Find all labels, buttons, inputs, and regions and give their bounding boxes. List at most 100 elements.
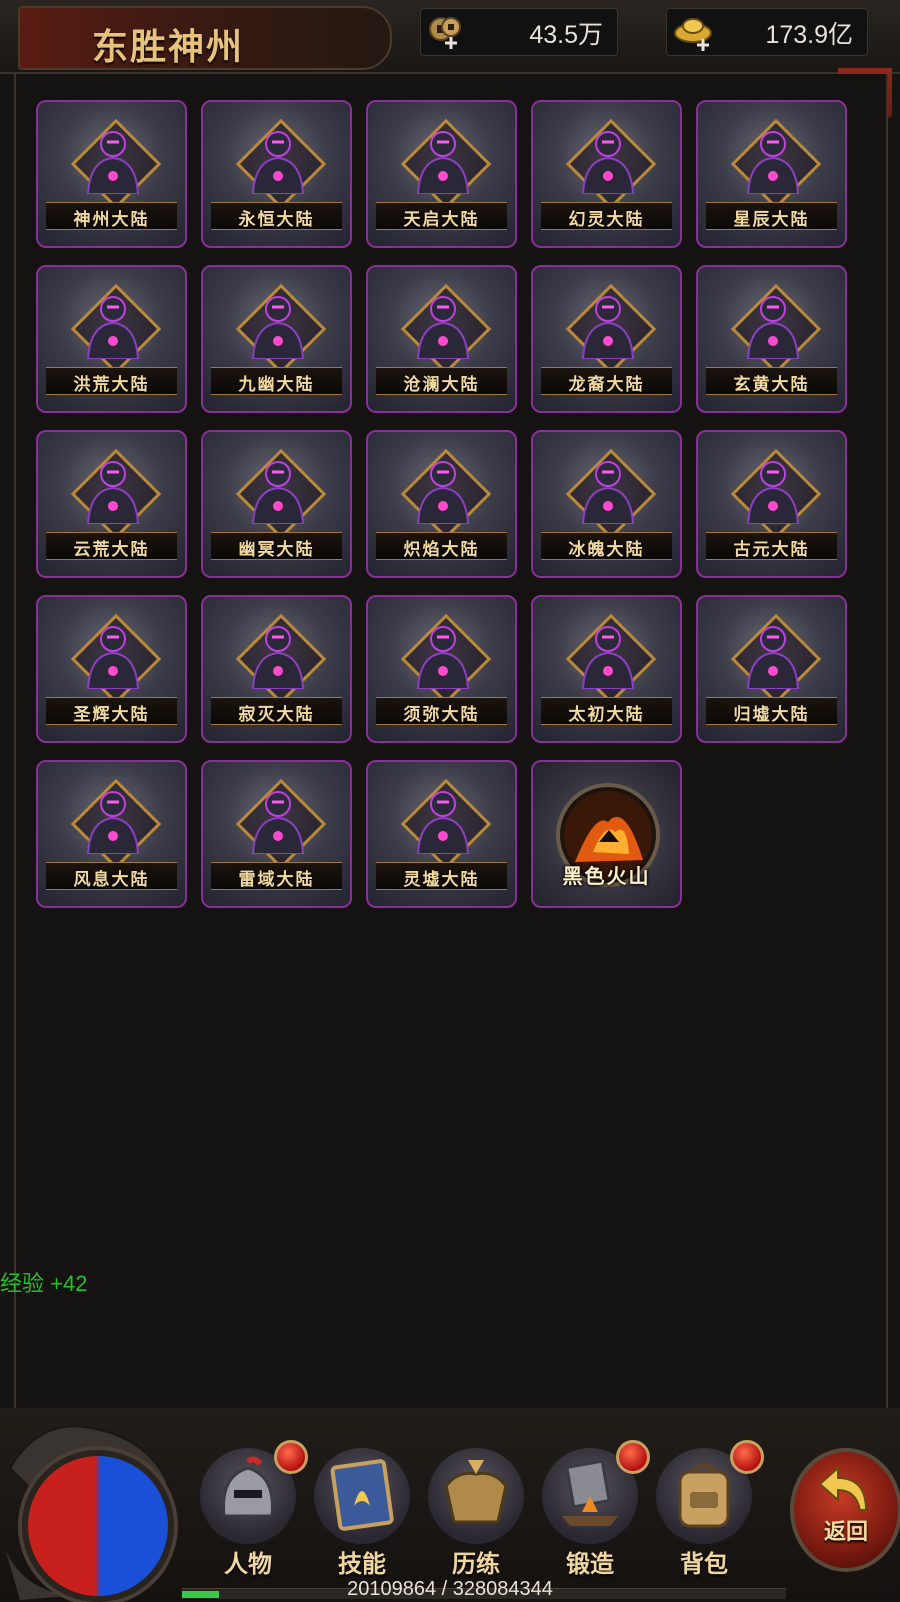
tile-label-bar: 沧澜大陆	[376, 367, 507, 395]
map-tile[interactable]: 冰魄大陆	[531, 430, 682, 578]
map-tile-label: 寂灭大陆	[238, 705, 315, 725]
map-tile[interactable]: 洪荒大陆	[36, 265, 187, 413]
hero-portrait-icon	[746, 131, 800, 194]
return-arrow-icon	[818, 1465, 868, 1511]
hero-portrait-icon	[581, 296, 635, 359]
hero-portrait-icon	[746, 296, 800, 359]
hero-portrait-icon	[416, 626, 470, 689]
notification-badge	[274, 1440, 308, 1474]
tile-label-bar: 龙裔大陆	[541, 367, 672, 395]
map-tile-label: 龙裔大陆	[568, 375, 645, 395]
tile-label-bar: 幻灵大陆	[541, 202, 672, 230]
map-tile[interactable]: 圣辉大陆	[36, 595, 187, 743]
map-tile-label: 永恒大陆	[238, 210, 315, 230]
exp-progress-text: 20109864 / 328084344	[347, 1578, 553, 1600]
map-tile-label: 黑色火山	[562, 864, 651, 888]
map-tile-volcano[interactable]: 黑色火山	[531, 760, 682, 908]
hero-portrait-icon	[86, 461, 140, 524]
return-button[interactable]: 返回	[790, 1448, 900, 1572]
map-tile-label: 沧澜大陆	[403, 375, 480, 395]
map-tile[interactable]: 龙裔大陆	[531, 265, 682, 413]
hero-portrait-icon	[416, 131, 470, 194]
map-tile[interactable]: 天启大陆	[366, 100, 517, 248]
hero-portrait-icon	[416, 791, 470, 854]
hero-portrait-icon	[581, 626, 635, 689]
map-tile[interactable]: 风息大陆	[36, 760, 187, 908]
backpack-icon	[678, 1463, 730, 1528]
map-tile[interactable]: 幻灵大陆	[531, 100, 682, 248]
hero-portrait-icon	[416, 461, 470, 524]
map-tile[interactable]: 沧澜大陆	[366, 265, 517, 413]
tile-label-bar: 归墟大陆	[706, 697, 837, 725]
map-tile-label: 洪荒大陆	[73, 375, 150, 395]
map-tile[interactable]: 星辰大陆	[696, 100, 847, 248]
tile-label-bar: 洪荒大陆	[46, 367, 177, 395]
tile-label-bar: 寂灭大陆	[211, 697, 342, 725]
notification-badge	[616, 1440, 650, 1474]
map-tile[interactable]: 须弥大陆	[366, 595, 517, 743]
map-tile[interactable]: 永恒大陆	[201, 100, 352, 248]
map-tile[interactable]: 太初大陆	[531, 595, 682, 743]
gold-value: 173.9亿	[765, 21, 853, 49]
map-tile-label: 玄黄大陆	[733, 375, 810, 395]
nav-character-button[interactable]: 人物	[192, 1438, 308, 1584]
nav-backpack-button[interactable]: 背包	[648, 1438, 764, 1584]
nav-skill-button[interactable]: 技能	[306, 1438, 418, 1584]
tile-label-bar: 圣辉大陆	[46, 697, 177, 725]
copper-currency[interactable]: 43.5万	[420, 8, 618, 56]
map-tile-label: 幻灵大陆	[568, 210, 645, 230]
map-tile[interactable]: 灵墟大陆	[366, 760, 517, 908]
map-tile-label: 风息大陆	[73, 870, 150, 890]
hero-portrait-icon	[251, 131, 305, 194]
gold-ingot-add-icon[interactable]	[673, 13, 713, 51]
map-tile[interactable]: 寂灭大陆	[201, 595, 352, 743]
map-tile[interactable]: 九幽大陆	[201, 265, 352, 413]
map-tile-label: 须弥大陆	[403, 705, 480, 725]
map-tile[interactable]: 幽冥大陆	[201, 430, 352, 578]
map-tile-label: 冰魄大陆	[568, 540, 645, 560]
hero-portrait-icon	[416, 296, 470, 359]
forge-anvil-icon	[562, 1459, 618, 1526]
map-tile-label: 九幽大陆	[238, 375, 315, 395]
map-tile-label: 圣辉大陆	[73, 705, 150, 725]
map-tile[interactable]: 玄黄大陆	[696, 265, 847, 413]
map-tile[interactable]: 雷域大陆	[201, 760, 352, 908]
map-tile-label: 灵墟大陆	[403, 870, 480, 890]
tile-label-bar: 幽冥大陆	[211, 532, 342, 560]
map-tile-label: 幽冥大陆	[238, 540, 315, 560]
map-tile[interactable]: 云荒大陆	[36, 430, 187, 578]
map-tile[interactable]: 炽焰大陆	[366, 430, 517, 578]
hero-portrait-icon	[251, 626, 305, 689]
title-plate: 东胜神州	[18, 6, 392, 70]
nav-label: 背包	[680, 1549, 728, 1578]
nav-label: 人物	[224, 1549, 272, 1578]
map-tile-label: 天启大陆	[403, 210, 480, 230]
nav-forge-button[interactable]: 锻造	[534, 1438, 650, 1584]
hero-portrait-icon	[86, 626, 140, 689]
map-tile-label: 炽焰大陆	[403, 540, 480, 560]
hero-portrait-icon	[746, 626, 800, 689]
map-tile[interactable]: 归墟大陆	[696, 595, 847, 743]
page-title: 东胜神州	[92, 26, 245, 68]
tile-label-bar: 雷域大陆	[211, 862, 342, 890]
map-tile-label: 雷域大陆	[238, 870, 315, 890]
nav-label: 技能	[338, 1549, 386, 1578]
nav-trial-button[interactable]: 历练	[420, 1438, 532, 1584]
hero-portrait-icon	[746, 461, 800, 524]
gold-currency[interactable]: 173.9亿	[666, 8, 868, 56]
tile-label-bar: 云荒大陆	[46, 532, 177, 560]
tile-label-bar: 星辰大陆	[706, 202, 837, 230]
map-tile-label: 云荒大陆	[73, 540, 150, 560]
tile-label-bar: 神州大陆	[46, 202, 177, 230]
map-tile[interactable]: 古元大陆	[696, 430, 847, 578]
map-panel: 神州大陆 永恒大陆 天启大陆 幻灵大陆 星辰大陆洪荒大陆 九幽大陆 沧澜大陆 龙裔大陆 玄黄大陆…	[14, 74, 888, 1410]
map-tile-label: 归墟大陆	[733, 705, 810, 725]
copper-coin-add-icon[interactable]	[427, 13, 467, 51]
map-tile[interactable]: 神州大陆	[36, 100, 187, 248]
tile-label-bar: 炽焰大陆	[376, 532, 507, 560]
tile-label-bar: 玄黄大陆	[706, 367, 837, 395]
hero-portrait-icon	[581, 131, 635, 194]
tile-label-bar: 永恒大陆	[211, 202, 342, 230]
map-tile-label: 星辰大陆	[733, 210, 810, 230]
hero-portrait-icon	[86, 296, 140, 359]
